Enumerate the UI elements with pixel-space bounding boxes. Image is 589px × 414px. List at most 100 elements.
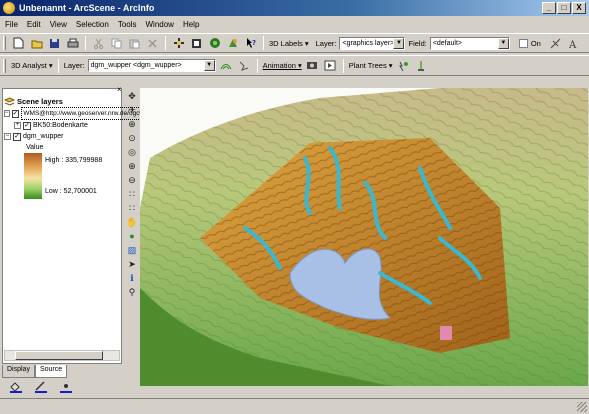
soil-unit-pink <box>440 326 452 340</box>
copy-icon[interactable] <box>109 36 124 51</box>
paste-icon[interactable] <box>127 36 142 51</box>
zoom-to-target-icon[interactable]: ⊙ <box>126 132 138 144</box>
find-icon[interactable]: ⚲ <box>126 286 138 298</box>
arcscene-icon[interactable] <box>3 2 15 14</box>
layer-row-dgm[interactable]: − ✓ dgm_wupper <box>4 131 122 142</box>
animation-dropdown[interactable]: Animation ▾ <box>263 61 302 70</box>
menu-file[interactable]: File <box>4 20 19 29</box>
expand-collapse-icon[interactable]: − <box>4 133 11 140</box>
zoom-in-icon[interactable]: ⊕ <box>126 160 138 172</box>
chevron-down-icon[interactable]: ▼ <box>497 37 509 49</box>
menu-edit[interactable]: Edit <box>26 20 42 29</box>
fill-color-icon[interactable] <box>8 380 23 395</box>
tab-display[interactable]: Display <box>2 365 35 378</box>
delete-icon[interactable] <box>145 36 160 51</box>
narrow-fov-icon[interactable]: ∷ <box>126 188 138 200</box>
layer-row-bk50[interactable]: + ✓ BK50:Bodenkarte <box>4 120 122 131</box>
layer-combobox[interactable]: <graphics layer> ▼ <box>339 36 406 50</box>
menu-help[interactable]: Help <box>182 20 200 29</box>
resize-grip[interactable] <box>577 402 587 412</box>
menu-tools[interactable]: Tools <box>117 20 138 29</box>
scene-view[interactable] <box>140 88 588 386</box>
identify-icon[interactable]: ℹ <box>126 272 138 284</box>
toolbar-separator <box>165 36 166 50</box>
capture-view-icon[interactable] <box>305 58 320 73</box>
arcscene-window: Unbenannt - ArcScene - ArcInfo _ □ X Fil… <box>0 0 589 414</box>
label-placement-icon[interactable] <box>548 36 563 51</box>
toc-horizontal-scrollbar[interactable] <box>4 350 120 361</box>
layer-row-wms[interactable]: − ✓ WMS@http://www.geoserver.nrw.de/ogcw… <box>4 107 194 120</box>
zoom-out-icon[interactable]: ⊖ <box>126 174 138 186</box>
target-center-icon[interactable]: ⊕ <box>126 118 138 130</box>
select-elements-icon[interactable]: ➤ <box>126 258 138 270</box>
layer-visibility-checkbox[interactable]: ✓ <box>23 121 31 130</box>
plant-trees-dropdown[interactable]: Plant Trees ▾ <box>349 61 393 70</box>
analyst-layer-combobox[interactable]: dgm_wupper <dgm_wupper> ▼ <box>87 59 216 72</box>
field-label: Field: <box>408 38 427 48</box>
toc-close-icon[interactable]: × <box>117 85 122 94</box>
on-label: On <box>530 38 541 48</box>
line-color-icon[interactable] <box>33 380 48 395</box>
save-icon[interactable] <box>47 36 62 51</box>
field-combobox[interactable]: <default> ▼ <box>429 36 510 50</box>
font-color-icon[interactable] <box>58 380 73 395</box>
layer-name-dgm[interactable]: dgm_wupper <box>23 131 63 142</box>
arc-toolbox-icon[interactable] <box>207 36 222 51</box>
legend-low-value: Low : 52,700001 <box>45 188 97 195</box>
scene-layers-icon <box>4 97 15 106</box>
steepest-path-icon[interactable] <box>237 58 252 73</box>
text-symbol-icon[interactable]: A <box>566 36 581 51</box>
navigate-icon[interactable]: ✥ <box>126 90 138 102</box>
layer-tree: Scene layers − ✓ WMS@http://www.geoserve… <box>4 96 194 199</box>
minimize-button[interactable]: _ <box>542 2 556 14</box>
add-data-icon[interactable] <box>171 36 186 51</box>
toolbar-separator <box>342 58 344 73</box>
expand-collapse-icon[interactable]: + <box>14 122 21 129</box>
tools-toolbar: ✥ ✈ ⊕ ⊙ ◎ ⊕ ⊖ ∷ ∷ ✋ ● ▨ ➤ ℹ ⚲ <box>125 88 139 378</box>
whats-this-icon[interactable]: ? <box>243 36 258 51</box>
menu-selection[interactable]: Selection <box>75 20 110 29</box>
expand-fov-icon[interactable]: ∷ <box>126 202 138 214</box>
open-folder-icon[interactable] <box>29 36 44 51</box>
svg-text:A: A <box>568 40 577 49</box>
on-checkbox[interactable] <box>518 38 528 48</box>
toolbar-grip[interactable] <box>3 36 6 50</box>
layer-visibility-checkbox[interactable]: ✓ <box>11 109 20 118</box>
print-icon[interactable] <box>65 36 80 51</box>
scene-layers-root[interactable]: Scene layers <box>4 96 122 107</box>
tab-source[interactable]: Source <box>34 365 68 378</box>
select-features-icon[interactable]: ▨ <box>126 244 138 256</box>
full-extent-icon[interactable]: ● <box>126 230 138 242</box>
menu-window[interactable]: Window <box>145 20 175 29</box>
toolbar-separator <box>57 58 59 73</box>
cut-icon[interactable] <box>91 36 106 51</box>
svg-text:?: ? <box>252 39 256 47</box>
tree-tool-icon[interactable] <box>396 58 411 73</box>
animation-controls-icon[interactable] <box>323 58 338 73</box>
standard-toolbar: ? 3D Labels ▾ Layer: <graphics layer> ▼ … <box>0 33 589 53</box>
3d-analyst-dropdown[interactable]: 3D Analyst ▾ <box>11 61 53 70</box>
legend-field-name: Value <box>26 144 44 151</box>
expand-collapse-icon[interactable]: − <box>4 110 10 117</box>
chevron-down-icon[interactable]: ▼ <box>203 60 215 71</box>
pan-icon[interactable]: ✋ <box>126 216 138 228</box>
layer-name-bk50[interactable]: BK50:Bodenkarte <box>33 120 88 131</box>
chevron-down-icon[interactable]: ▼ <box>393 37 405 49</box>
fly-icon[interactable]: ✈ <box>126 104 138 116</box>
contour-icon[interactable] <box>219 58 234 73</box>
layer-visibility-checkbox[interactable]: ✓ <box>13 132 21 141</box>
title-bar[interactable]: Unbenannt - ArcScene - ArcInfo _ □ X <box>0 0 589 16</box>
terrain-render[interactable] <box>140 88 588 386</box>
arccatalog-icon[interactable] <box>225 36 240 51</box>
new-document-icon[interactable] <box>11 36 26 51</box>
set-observer-icon[interactable]: ◎ <box>126 146 138 158</box>
menu-view[interactable]: View <box>49 20 68 29</box>
legend-high-value: High : 335,799988 <box>45 157 103 164</box>
close-button[interactable]: X <box>572 2 586 14</box>
3d-labels-dropdown[interactable]: 3D Labels ▾ <box>269 39 309 48</box>
tree-remove-icon[interactable] <box>414 58 429 73</box>
scene-properties-icon[interactable] <box>189 36 204 51</box>
toolbar-grip[interactable] <box>3 58 6 73</box>
scrollbar-thumb[interactable] <box>15 351 103 360</box>
maximize-button[interactable]: □ <box>557 2 571 14</box>
